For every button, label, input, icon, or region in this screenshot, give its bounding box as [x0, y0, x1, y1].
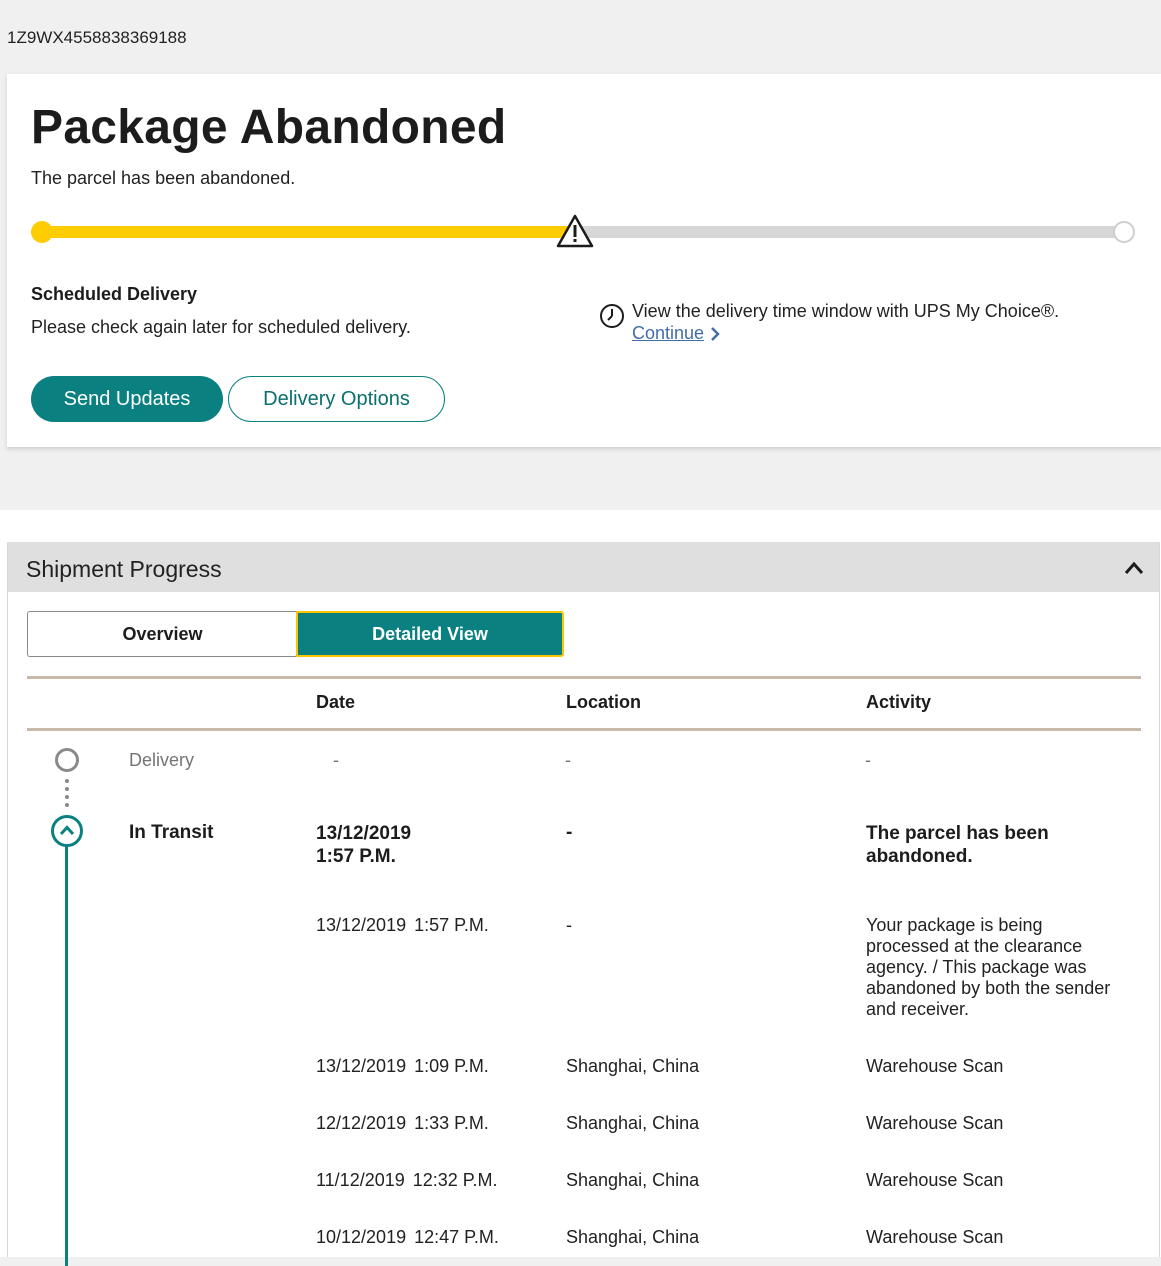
- delivery-options-button[interactable]: Delivery Options: [228, 376, 445, 422]
- column-header-activity: Activity: [866, 692, 932, 712]
- column-header-date: Date: [316, 692, 356, 712]
- event-activity: Your package is being processed at the c…: [866, 915, 1111, 1019]
- event-date: 13/12/2019: [316, 915, 407, 935]
- event-time: 1:33 P.M.: [414, 1113, 489, 1133]
- event-time: 12:32 P.M.: [412, 1170, 498, 1190]
- send-updates-button[interactable]: Send Updates: [31, 376, 223, 422]
- in-transit-datetime: 13/12/2019 1:57 P.M.: [316, 822, 411, 868]
- shipment-progress-section: Shipment Progress Overview Detailed View…: [7, 542, 1160, 1266]
- event-location: Shanghai, China: [566, 1170, 700, 1190]
- event-time: 1:57 P.M.: [414, 915, 489, 935]
- event-activity: Warehouse Scan: [866, 1113, 1004, 1133]
- in-transit-time: 1:57 P.M.: [316, 846, 396, 867]
- event-date: 13/12/2019: [316, 1056, 407, 1076]
- delivery-date: -: [333, 750, 339, 770]
- progress-end-dot: [1113, 221, 1135, 243]
- delivery-activity: -: [865, 750, 871, 770]
- tab-detailed-view[interactable]: Detailed View: [296, 611, 564, 657]
- in-transit-activity: The parcel has been abandoned.: [866, 823, 1049, 867]
- event-date: 10/12/2019: [316, 1227, 407, 1247]
- timeline-line: [65, 846, 68, 1266]
- scheduled-delivery-label: Scheduled Delivery: [31, 284, 198, 304]
- timeline-node-in-transit[interactable]: [50, 814, 84, 848]
- continue-link-label: Continue: [632, 323, 705, 343]
- event-datetime: 13/12/2019 1:09 P.M.: [316, 1056, 489, 1077]
- in-transit-date: 13/12/2019: [316, 823, 412, 844]
- chevron-right-icon: [711, 326, 720, 341]
- table-header-divider: [27, 728, 1141, 731]
- event-date: 12/12/2019: [316, 1113, 407, 1133]
- shipment-progress-header[interactable]: Shipment Progress: [8, 542, 1159, 592]
- status-card: Package Abandoned The parcel has been ab…: [7, 74, 1161, 447]
- event-datetime: 11/12/2019 12:32 P.M.: [316, 1170, 498, 1191]
- event-location: Shanghai, China: [566, 1227, 700, 1247]
- event-activity: Warehouse Scan: [866, 1227, 1004, 1247]
- table-top-divider: [27, 676, 1141, 679]
- in-transit-location: -: [566, 822, 573, 843]
- event-datetime: 10/12/2019 12:47 P.M.: [316, 1227, 499, 1248]
- milestone-label-in-transit: In Transit: [129, 822, 214, 843]
- event-location: Shanghai, China: [566, 1056, 700, 1076]
- event-location: -: [566, 915, 572, 935]
- event-time: 1:09 P.M.: [414, 1056, 489, 1076]
- my-choice-text: View the delivery time window with UPS M…: [632, 301, 1060, 321]
- warning-icon: [556, 214, 594, 248]
- delivery-location: -: [565, 750, 571, 770]
- chevron-up-icon[interactable]: [1123, 560, 1145, 576]
- status-title: Package Abandoned: [31, 101, 507, 154]
- view-toggle: Overview Detailed View: [27, 611, 564, 657]
- event-activity: Warehouse Scan: [866, 1056, 1004, 1076]
- shipment-progress-title: Shipment Progress: [26, 556, 222, 582]
- event-location: Shanghai, China: [566, 1113, 700, 1133]
- event-time: 12:47 P.M.: [414, 1227, 499, 1247]
- timeline-dotted-connector: [65, 779, 69, 807]
- column-header-location: Location: [566, 692, 641, 712]
- event-datetime: 13/12/2019 1:57 P.M.: [316, 915, 489, 936]
- event-date: 11/12/2019: [316, 1170, 405, 1190]
- event-datetime: 12/12/2019 1:33 P.M.: [316, 1113, 489, 1134]
- tracking-number: 1Z9WX4558838369188: [7, 28, 187, 47]
- continue-link[interactable]: Continue: [632, 323, 720, 344]
- scheduled-delivery-text: Please check again later for scheduled d…: [31, 317, 411, 337]
- progress-start-dot: [31, 221, 53, 243]
- timeline-node-delivery: [55, 748, 79, 772]
- clock-icon: [600, 304, 624, 328]
- progress-bar-fill: [41, 226, 572, 238]
- tab-overview[interactable]: Overview: [27, 611, 297, 657]
- milestone-label-delivery: Delivery: [129, 750, 195, 770]
- status-subtitle: The parcel has been abandoned.: [31, 168, 296, 188]
- event-activity: Warehouse Scan: [866, 1170, 1004, 1190]
